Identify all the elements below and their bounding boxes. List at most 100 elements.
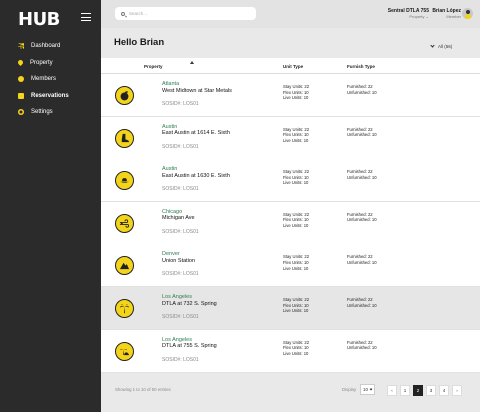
unfurnished-count: Unfurnished: 10 (347, 259, 377, 265)
row-city[interactable]: Los Angeles (162, 294, 192, 300)
live-units: Live Units: 10 (283, 95, 309, 101)
row-unit-types: Stay Units: 22 Flex Units: 10 Live Units: … (283, 297, 309, 314)
stay-units: Stay Units: 22 (283, 169, 310, 175)
avatar[interactable] (462, 8, 473, 19)
sidebar-item-label: Dashboard (31, 43, 61, 50)
column-header-property[interactable]: Property (144, 64, 163, 69)
sidebar-item-label: Property (30, 59, 53, 66)
location-pin-icon (16, 59, 25, 67)
row-furnish-types: Furnished: 22 Unfurnished: 10 (347, 340, 377, 351)
page-size-value: 10 (363, 387, 369, 392)
filter-dropdown[interactable]: All (56) (430, 43, 453, 49)
table-row[interactable]: Los Angeles DTLA at 755 S. Spring SOSID#: … (101, 329, 480, 373)
row-sosid: SOSID#: LOS01 (162, 271, 199, 278)
page-button-2[interactable]: 2 (413, 385, 423, 396)
dashboard-icon (18, 43, 24, 50)
unfurnished-count: Unfurnished: 10 (347, 217, 377, 223)
row-sosid: SOSID#: LOS01 (162, 143, 199, 150)
sidebar-item-reservations[interactable]: Reservations (0, 88, 101, 105)
prev-page-button[interactable]: ‹ (387, 385, 397, 396)
palm-tree-icon (115, 299, 134, 318)
live-units: Live Units: 10 (283, 222, 309, 228)
page-button-1[interactable]: 1 (400, 385, 410, 396)
column-header-furnish-type[interactable]: Furnish Type (347, 64, 375, 69)
row-city[interactable]: Chicago (162, 209, 182, 215)
row-city[interactable]: Austin (162, 166, 177, 172)
row-furnish-types: Furnished: 22 Unfurnished: 10 (347, 254, 377, 265)
sort-arrow-icon[interactable] (190, 61, 194, 64)
row-property-name: DTLA at 755 S. Spring (162, 343, 217, 350)
table-header: Property Unit Type Furnish Type (101, 58, 480, 74)
table-row[interactable]: Austin East Austin at 1614 E. Sixth SOSID#… (101, 116, 480, 160)
live-units: Live Units: 10 (283, 308, 309, 314)
hub-logo[interactable]: HUB (18, 9, 60, 30)
top-bar: Sentral DTLA 755 Property ⌄ Brian López … (101, 0, 480, 28)
sidebar-item-property[interactable]: Property (0, 55, 101, 72)
row-furnish-types: Furnished: 22 Unfurnished: 10 (347, 297, 377, 308)
row-sosid: SOSID#: LOS01 (162, 356, 199, 363)
row-city[interactable]: Los Angeles (162, 337, 192, 343)
table-row[interactable]: Chicago Michigan Ave SOSID#: LOS01 Stay Uni… (101, 201, 480, 245)
row-sosid: SOSID#: LOS01 (162, 101, 199, 107)
live-units: Live Units: 10 (283, 265, 309, 271)
column-header-unit-type[interactable]: Unit Type (283, 64, 303, 69)
display-label: Display (342, 387, 357, 392)
furnished-count: Furnished: 22 (347, 297, 373, 302)
row-city[interactable]: Atlanta (162, 81, 179, 87)
hamburger-menu-icon[interactable] (81, 13, 91, 24)
entries-info: Showing 1 to 10 of 50 entries (115, 387, 171, 392)
row-furnish-types: Furnished: 22 Unfurnished: 10 (347, 212, 377, 223)
sidebar: HUB Dashboard Property Members Reservati… (0, 0, 101, 412)
row-unit-types: Stay Units: 22 Flex Units: 10 Live Units: … (283, 340, 309, 357)
live-units: Live Units: 10 (283, 180, 309, 186)
live-units: Live Units: 10 (283, 350, 309, 356)
sidebar-item-dashboard[interactable]: Dashboard (0, 38, 101, 55)
row-city[interactable]: Austin (162, 124, 177, 130)
furnished-count: Furnished: 22 (347, 169, 373, 175)
next-page-button[interactable]: › (452, 385, 462, 396)
flex-units: Flex Units: 10 (283, 345, 309, 351)
chevron-down-icon (369, 387, 373, 391)
row-unit-types: Stay Units: 22 Flex Units: 10 Live Units: … (283, 127, 309, 144)
table-row[interactable]: Austin East Austin at 1630 E. Sixth SOSID#… (101, 159, 480, 203)
table-row[interactable]: Los Angeles DTLA at 732 S. Spring SOSID#: … (101, 287, 480, 330)
unfurnished-count: Unfurnished: 10 (347, 89, 377, 95)
live-units: Live Units: 10 (283, 137, 309, 143)
flex-units: Flex Units: 10 (283, 132, 309, 138)
stay-units: Stay Units: 22 (283, 297, 310, 302)
cowboy-boot-icon (115, 128, 134, 148)
unfurnished-count: Unfurnished: 10 (347, 345, 377, 351)
page-size-select[interactable]: 10 (360, 384, 375, 395)
search-input[interactable] (129, 11, 249, 16)
mountain-icon (115, 256, 134, 276)
cowboy-hat-icon (115, 171, 134, 191)
flex-units: Flex Units: 10 (283, 259, 309, 265)
peach-icon (115, 86, 134, 105)
sidebar-item-members[interactable]: Members (0, 71, 101, 88)
sidebar-item-settings[interactable]: Settings (0, 104, 101, 121)
row-property-name: East Austin at 1630 E. Sixth (162, 172, 230, 179)
table-row[interactable]: Atlanta West Midtown at Star Metals SOSID#… (101, 74, 480, 117)
chevron-down-icon (430, 43, 435, 48)
row-unit-types: Stay Units: 22 Flex Units: 10 Live Units: … (283, 84, 309, 101)
row-unit-types: Stay Units: 22 Flex Units: 10 Live Units: … (283, 169, 309, 186)
user-menu[interactable]: Brian López Member (417, 8, 461, 19)
sidebar-item-label: Reservations (31, 92, 69, 99)
row-property-name: East Austin at 1614 E. Sixth (162, 130, 230, 137)
table-row[interactable]: Denver Union Station SOSID#: LOS01 Stay Uni… (101, 244, 480, 288)
row-furnish-types: Furnished: 22 Unfurnished: 10 (347, 84, 377, 95)
row-property-name: West Midtown at Star Metals (162, 87, 232, 94)
search-box[interactable] (115, 7, 256, 20)
search-icon (121, 11, 125, 16)
row-city[interactable]: Denver (162, 251, 180, 257)
row-sosid: SOSID#: LOS01 (162, 228, 199, 235)
filter-label: All (56) (438, 44, 453, 49)
row-sosid: SOSID#: LOS01 (162, 314, 199, 320)
unfurnished-count: Unfurnished: 10 (347, 132, 377, 138)
wind-icon (115, 213, 134, 233)
page-button-3[interactable]: 3 (426, 385, 436, 396)
row-furnish-types: Furnished: 22 Unfurnished: 10 (347, 169, 377, 180)
sunset-palm-icon (115, 341, 134, 361)
sidebar-nav: Dashboard Property Members Reservations … (0, 38, 101, 121)
page-button-4[interactable]: 4 (439, 385, 449, 396)
